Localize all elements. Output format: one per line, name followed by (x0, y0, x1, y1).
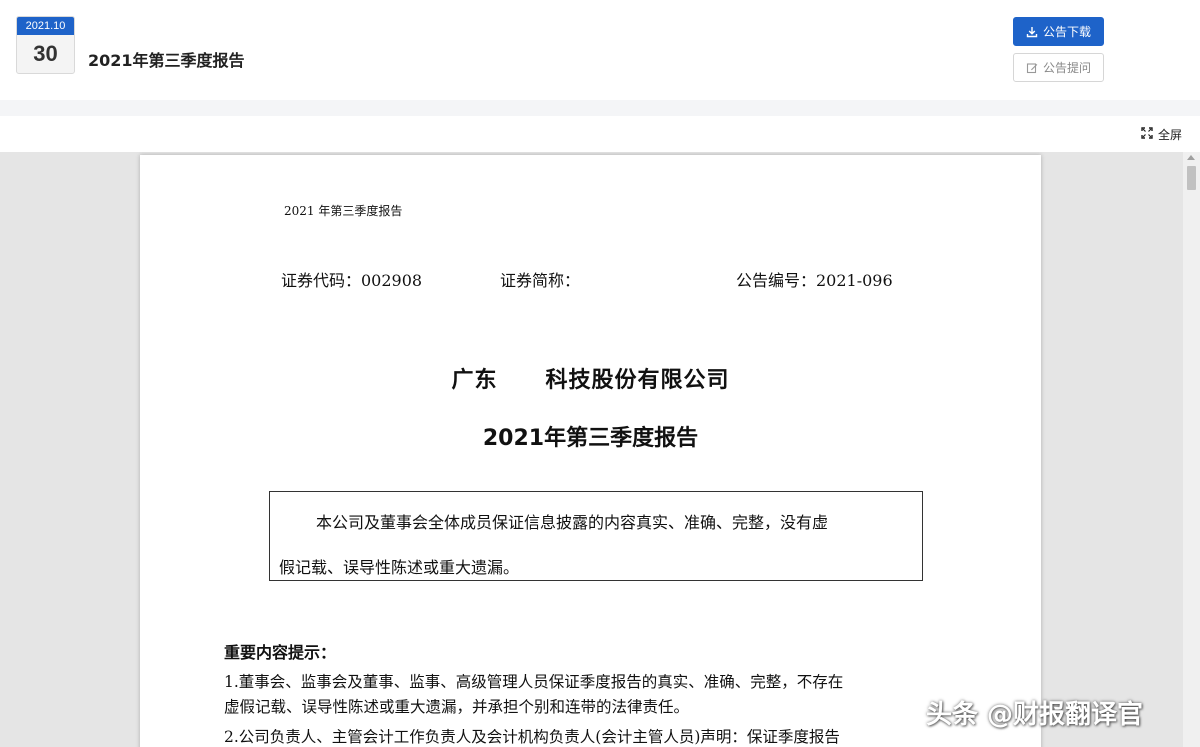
company-name-right: 科技股份有限公司 (545, 368, 730, 393)
vertical-scrollbar[interactable] (1183, 152, 1200, 747)
statement-line: 本公司及董事会全体成员保证信息披露的内容真实、准确、完整，没有虚 (316, 513, 829, 532)
announcement-number: 公告编号：2021-096 (736, 271, 893, 290)
download-icon (1026, 26, 1038, 38)
content-item-line: 1.董事会、监事会及董事、监事、高级管理人员保证季度报告的真实、准确、完整，不存… (224, 673, 844, 691)
scrollbar-thumb[interactable] (1187, 166, 1196, 190)
announcement-header: 2021.10 30 2021年第三季度报告 公告下载 公告提问 (0, 0, 1200, 100)
fullscreen-label: 全屏 (1157, 128, 1182, 142)
statement-box: 本公司及董事会全体成员保证信息披露的内容真实、准确、完整，没有虚 假记载、误导性… (269, 491, 923, 581)
viewer-toolbar: 全屏 (0, 116, 1200, 152)
divider-band (0, 100, 1200, 116)
company-name: 广东 科技股份有限公司 (140, 362, 1041, 394)
ask-label: 公告提问 (1042, 61, 1091, 75)
section-title: 重要内容提示： (224, 643, 337, 662)
content-item-line: 2.公司负责人、主管会计工作负责人及会计机构负责人(会计主管人员)声明：保证季度… (224, 728, 840, 746)
document-viewer[interactable]: 2021 年第三季度报告 证券代码：002908 证券简称： 公告编号：2021… (0, 152, 1200, 747)
company-name-left: 广东 (451, 368, 498, 393)
scroll-up-arrow-icon[interactable] (1187, 155, 1195, 160)
watermark: 头条 @财报翻译官 (926, 700, 1144, 730)
running-header: 2021 年第三季度报告 (284, 204, 403, 218)
security-code: 证券代码：002908 (281, 271, 423, 290)
content-item-line: 虚假记载、误导性陈述或重大遗漏，并承担个别和连带的法律责任。 (224, 698, 690, 716)
page-title: 2021年第三季度报告 (88, 51, 245, 70)
fullscreen-icon (1141, 127, 1153, 142)
security-abbreviation: 证券简称： (500, 271, 581, 290)
edit-icon (1026, 62, 1038, 74)
download-label: 公告下载 (1042, 25, 1091, 39)
date-day: 30 (33, 41, 58, 66)
ask-question-button[interactable]: 公告提问 (1013, 53, 1104, 82)
report-title: 2021年第三季度报告 (482, 426, 699, 451)
download-button[interactable]: 公告下载 (1013, 17, 1104, 46)
fullscreen-button[interactable]: 全屏 (1141, 126, 1182, 143)
date-badge: 2021.10 30 (16, 16, 75, 74)
statement-line: 假记载、误导性陈述或重大遗漏。 (279, 558, 520, 577)
document-page: 2021 年第三季度报告 证券代码：002908 证券简称： 公告编号：2021… (140, 155, 1041, 747)
date-year-month: 2021.10 (17, 17, 74, 35)
